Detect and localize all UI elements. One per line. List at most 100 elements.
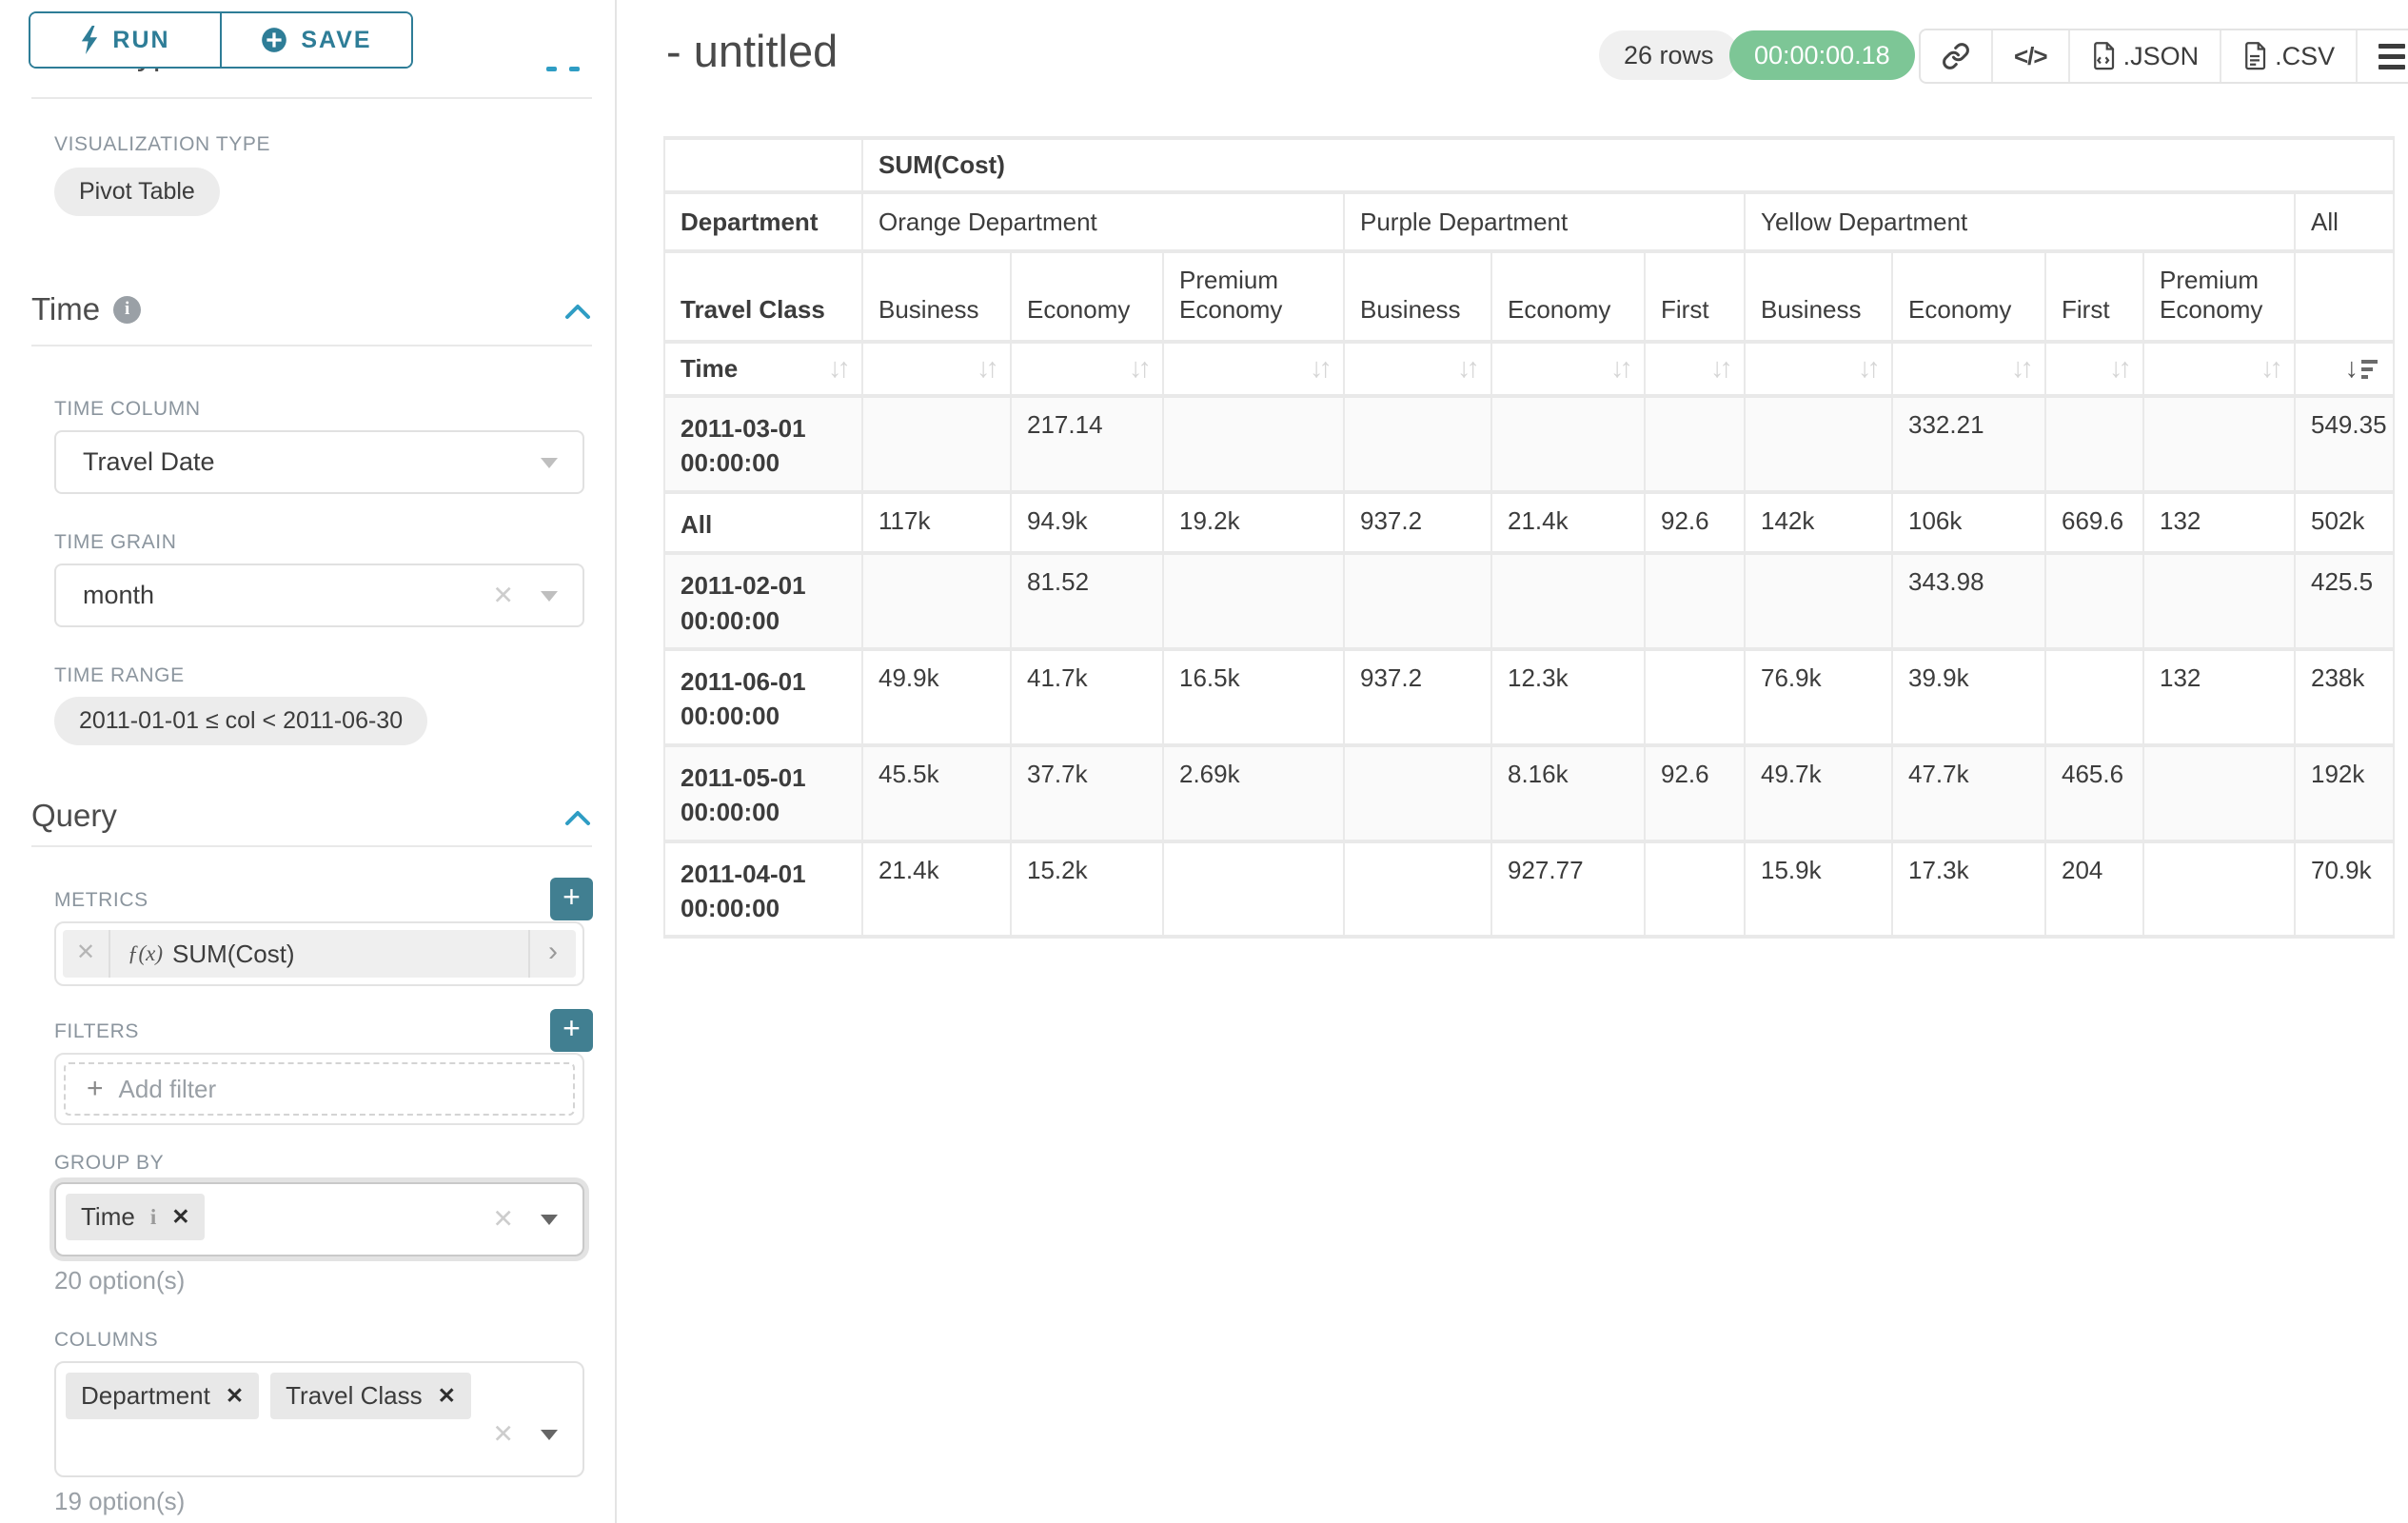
- sort-cell: ↓↑: [1344, 342, 1491, 396]
- export-json-button[interactable]: .JSON: [2068, 30, 2220, 82]
- query-section-heading: Query: [31, 798, 117, 834]
- sort-cell: ↓↑: [862, 342, 1011, 396]
- time-grain-select[interactable]: month ✕: [54, 564, 584, 627]
- remove-tag-icon[interactable]: ✕: [438, 1383, 456, 1409]
- time-range-label: TIME RANGE: [54, 664, 185, 687]
- export-csv-button[interactable]: .CSV: [2220, 30, 2356, 82]
- sort-toggle-icon[interactable]: ↓↑: [1129, 353, 1147, 385]
- value-cell: 49.9k: [862, 649, 1011, 745]
- add-metric-button[interactable]: +: [550, 878, 593, 920]
- columns-select[interactable]: Department ✕ Travel Class ✕ ✕: [54, 1361, 584, 1477]
- travel-class-header: Economy: [1892, 251, 2045, 342]
- add-filter-label: Add filter: [119, 1075, 217, 1104]
- clear-icon[interactable]: ✕: [492, 1205, 514, 1235]
- value-cell: [2045, 649, 2143, 745]
- sort-toggle-icon[interactable]: ↓↑: [977, 353, 995, 385]
- group-by-option-count: 20 option(s): [54, 1266, 185, 1296]
- share-link-button[interactable]: [1921, 30, 1991, 82]
- chart-type-collapse-icon[interactable]: [569, 67, 580, 71]
- value-cell: 92.6: [1645, 745, 1745, 841]
- chart-type-collapse-icon[interactable]: [546, 67, 557, 71]
- save-button[interactable]: SAVE: [220, 13, 411, 67]
- menu-button[interactable]: [2356, 30, 2408, 82]
- value-cell: [1344, 396, 1491, 492]
- value-cell: 192k: [2295, 745, 2394, 841]
- time-range-pill[interactable]: 2011-01-01 ≤ col < 2011-06-30: [54, 697, 427, 745]
- chevron-down-icon[interactable]: [541, 1215, 558, 1225]
- value-cell: 2.69k: [1163, 745, 1344, 841]
- time-column-label: TIME COLUMN: [54, 398, 201, 421]
- sort-toggle-icon[interactable]: ↓↑: [1457, 353, 1475, 385]
- view-query-button[interactable]: </>: [1991, 30, 2068, 82]
- department-group-header: Purple Department: [1344, 192, 1745, 251]
- chevron-down-icon[interactable]: [541, 1430, 558, 1440]
- value-cell: 76.9k: [1745, 649, 1892, 745]
- plus-circle-icon: [261, 27, 287, 53]
- columns-tag[interactable]: Travel Class ✕: [270, 1373, 471, 1419]
- value-cell: [1645, 649, 1745, 745]
- department-group-header: Orange Department: [862, 192, 1344, 251]
- row-header: 2011-04-01 00:00:00: [664, 841, 862, 938]
- add-filter-plus-button[interactable]: +: [550, 1009, 593, 1052]
- table-row: 2011-06-01 00:00:0049.9k41.7k16.5k937.21…: [664, 649, 2394, 745]
- clear-icon[interactable]: ✕: [492, 1420, 514, 1450]
- chart-title[interactable]: - untitled: [666, 25, 838, 77]
- value-cell: 238k: [2295, 649, 2394, 745]
- value-cell: [1344, 745, 1491, 841]
- sort-cell: ↓↑: [1163, 342, 1344, 396]
- value-cell: [1163, 553, 1344, 649]
- value-cell: 425.5: [2295, 553, 2394, 649]
- department-header-row: DepartmentOrange DepartmentPurple Depart…: [664, 192, 2394, 251]
- remove-tag-icon[interactable]: ✕: [226, 1383, 244, 1409]
- sort-cell: ↓↑: [2045, 342, 2143, 396]
- value-cell: 669.6: [2045, 492, 2143, 553]
- time-collapse-chevron-icon[interactable]: [563, 303, 592, 320]
- info-icon: i: [150, 1205, 156, 1230]
- row-count-badge: 26 rows: [1599, 30, 1739, 80]
- run-button[interactable]: RUN: [30, 13, 220, 67]
- metric-label: SUM(Cost): [172, 940, 528, 969]
- sort-toggle-icon[interactable]: ↓↑: [2011, 353, 2029, 385]
- sort-cell: ↓↑: [1011, 342, 1163, 396]
- sort-toggle-icon[interactable]: ↓↑: [2109, 353, 2127, 385]
- clear-icon[interactable]: ✕: [492, 581, 514, 610]
- value-cell: 16.5k: [1163, 649, 1344, 745]
- sort-toggle-icon[interactable]: ↓↑: [2260, 353, 2279, 385]
- query-timer-badge: 00:00:00.18: [1729, 30, 1915, 80]
- metric-header-row: SUM(Cost): [664, 138, 2394, 192]
- columns-tag[interactable]: Department ✕: [66, 1373, 259, 1419]
- time-grain-value: month: [83, 581, 154, 610]
- time-column-select[interactable]: Travel Date: [54, 430, 584, 494]
- value-cell: 8.16k: [1491, 745, 1645, 841]
- group-by-select[interactable]: Time i ✕ ✕: [54, 1182, 584, 1256]
- sort-toggle-icon[interactable]: ↓↑: [828, 353, 846, 385]
- metric-pill[interactable]: ✕ ƒ(x) SUM(Cost) ›: [63, 930, 576, 978]
- sort-cell: ↓↑: [2143, 342, 2295, 396]
- travel-class-header: Business: [1745, 251, 1892, 342]
- travel-class-header-row: Travel ClassBusinessEconomyPremium Econo…: [664, 251, 2394, 342]
- query-collapse-chevron-icon[interactable]: [563, 809, 592, 826]
- visualization-type-pill[interactable]: Pivot Table: [54, 168, 220, 216]
- columns-label: COLUMNS: [54, 1329, 158, 1352]
- value-cell: 132: [2143, 492, 2295, 553]
- group-by-tag[interactable]: Time i ✕: [66, 1194, 205, 1240]
- remove-metric-icon[interactable]: ✕: [63, 930, 110, 978]
- value-cell: 39.9k: [1892, 649, 2045, 745]
- sort-toggle-icon[interactable]: ↓↑: [1858, 353, 1876, 385]
- function-icon: ƒ(x): [128, 941, 163, 966]
- value-cell: [1491, 553, 1645, 649]
- tag-label: Time: [81, 1202, 135, 1232]
- remove-tag-icon[interactable]: ✕: [171, 1204, 189, 1230]
- chevron-right-icon[interactable]: ›: [528, 930, 576, 978]
- lightning-icon: [80, 26, 99, 54]
- sort-toggle-icon[interactable]: ↓↑: [1610, 353, 1628, 385]
- sort-toggle-icon[interactable]: ↓↑: [1310, 353, 1328, 385]
- value-cell: 549.35: [2295, 396, 2394, 492]
- sort-descending-icon[interactable]: ↓: [2345, 353, 2378, 385]
- value-cell: [1645, 396, 1745, 492]
- value-cell: 21.4k: [862, 841, 1011, 938]
- add-filter-button[interactable]: + Add filter: [64, 1062, 575, 1116]
- table-row: 2011-04-01 00:00:0021.4k15.2k927.7715.9k…: [664, 841, 2394, 938]
- value-cell: 17.3k: [1892, 841, 2045, 938]
- sort-toggle-icon[interactable]: ↓↑: [1710, 353, 1728, 385]
